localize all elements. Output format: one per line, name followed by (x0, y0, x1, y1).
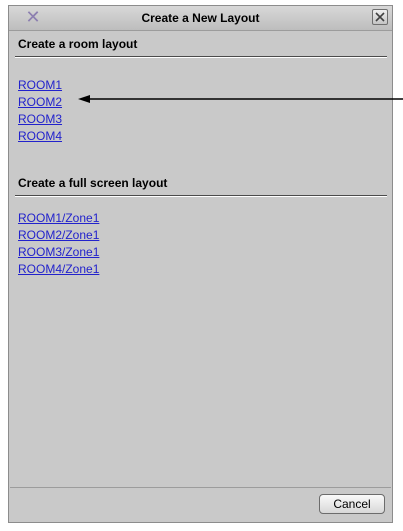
room-layout-heading: Create a room layout (18, 37, 138, 51)
dialog-title: Create a New Layout (141, 11, 260, 25)
zone-link-4[interactable]: ROOM4/Zone1 (18, 262, 99, 276)
full-screen-layout-divider (15, 195, 387, 197)
full-screen-layout-heading: Create a full screen layout (18, 176, 168, 190)
room-layout-divider (15, 56, 387, 58)
close-button[interactable] (372, 9, 388, 25)
create-layout-dialog: ✕ Create a New Layout Create a room layo… (8, 5, 393, 523)
room-link-2[interactable]: ROOM2 (18, 95, 62, 109)
room-link-3[interactable]: ROOM3 (18, 112, 62, 126)
title-bar[interactable]: ✕ Create a New Layout (9, 6, 392, 31)
zone-link-3[interactable]: ROOM3/Zone1 (18, 245, 99, 259)
zone-link-1[interactable]: ROOM1/Zone1 (18, 211, 99, 225)
zone-link-2[interactable]: ROOM2/Zone1 (18, 228, 99, 242)
room-link-4[interactable]: ROOM4 (18, 129, 62, 143)
annotation-arrow-icon (78, 95, 403, 103)
close-icon (375, 12, 385, 22)
room-link-1[interactable]: ROOM1 (18, 78, 62, 92)
cancel-button[interactable]: Cancel (319, 494, 385, 514)
